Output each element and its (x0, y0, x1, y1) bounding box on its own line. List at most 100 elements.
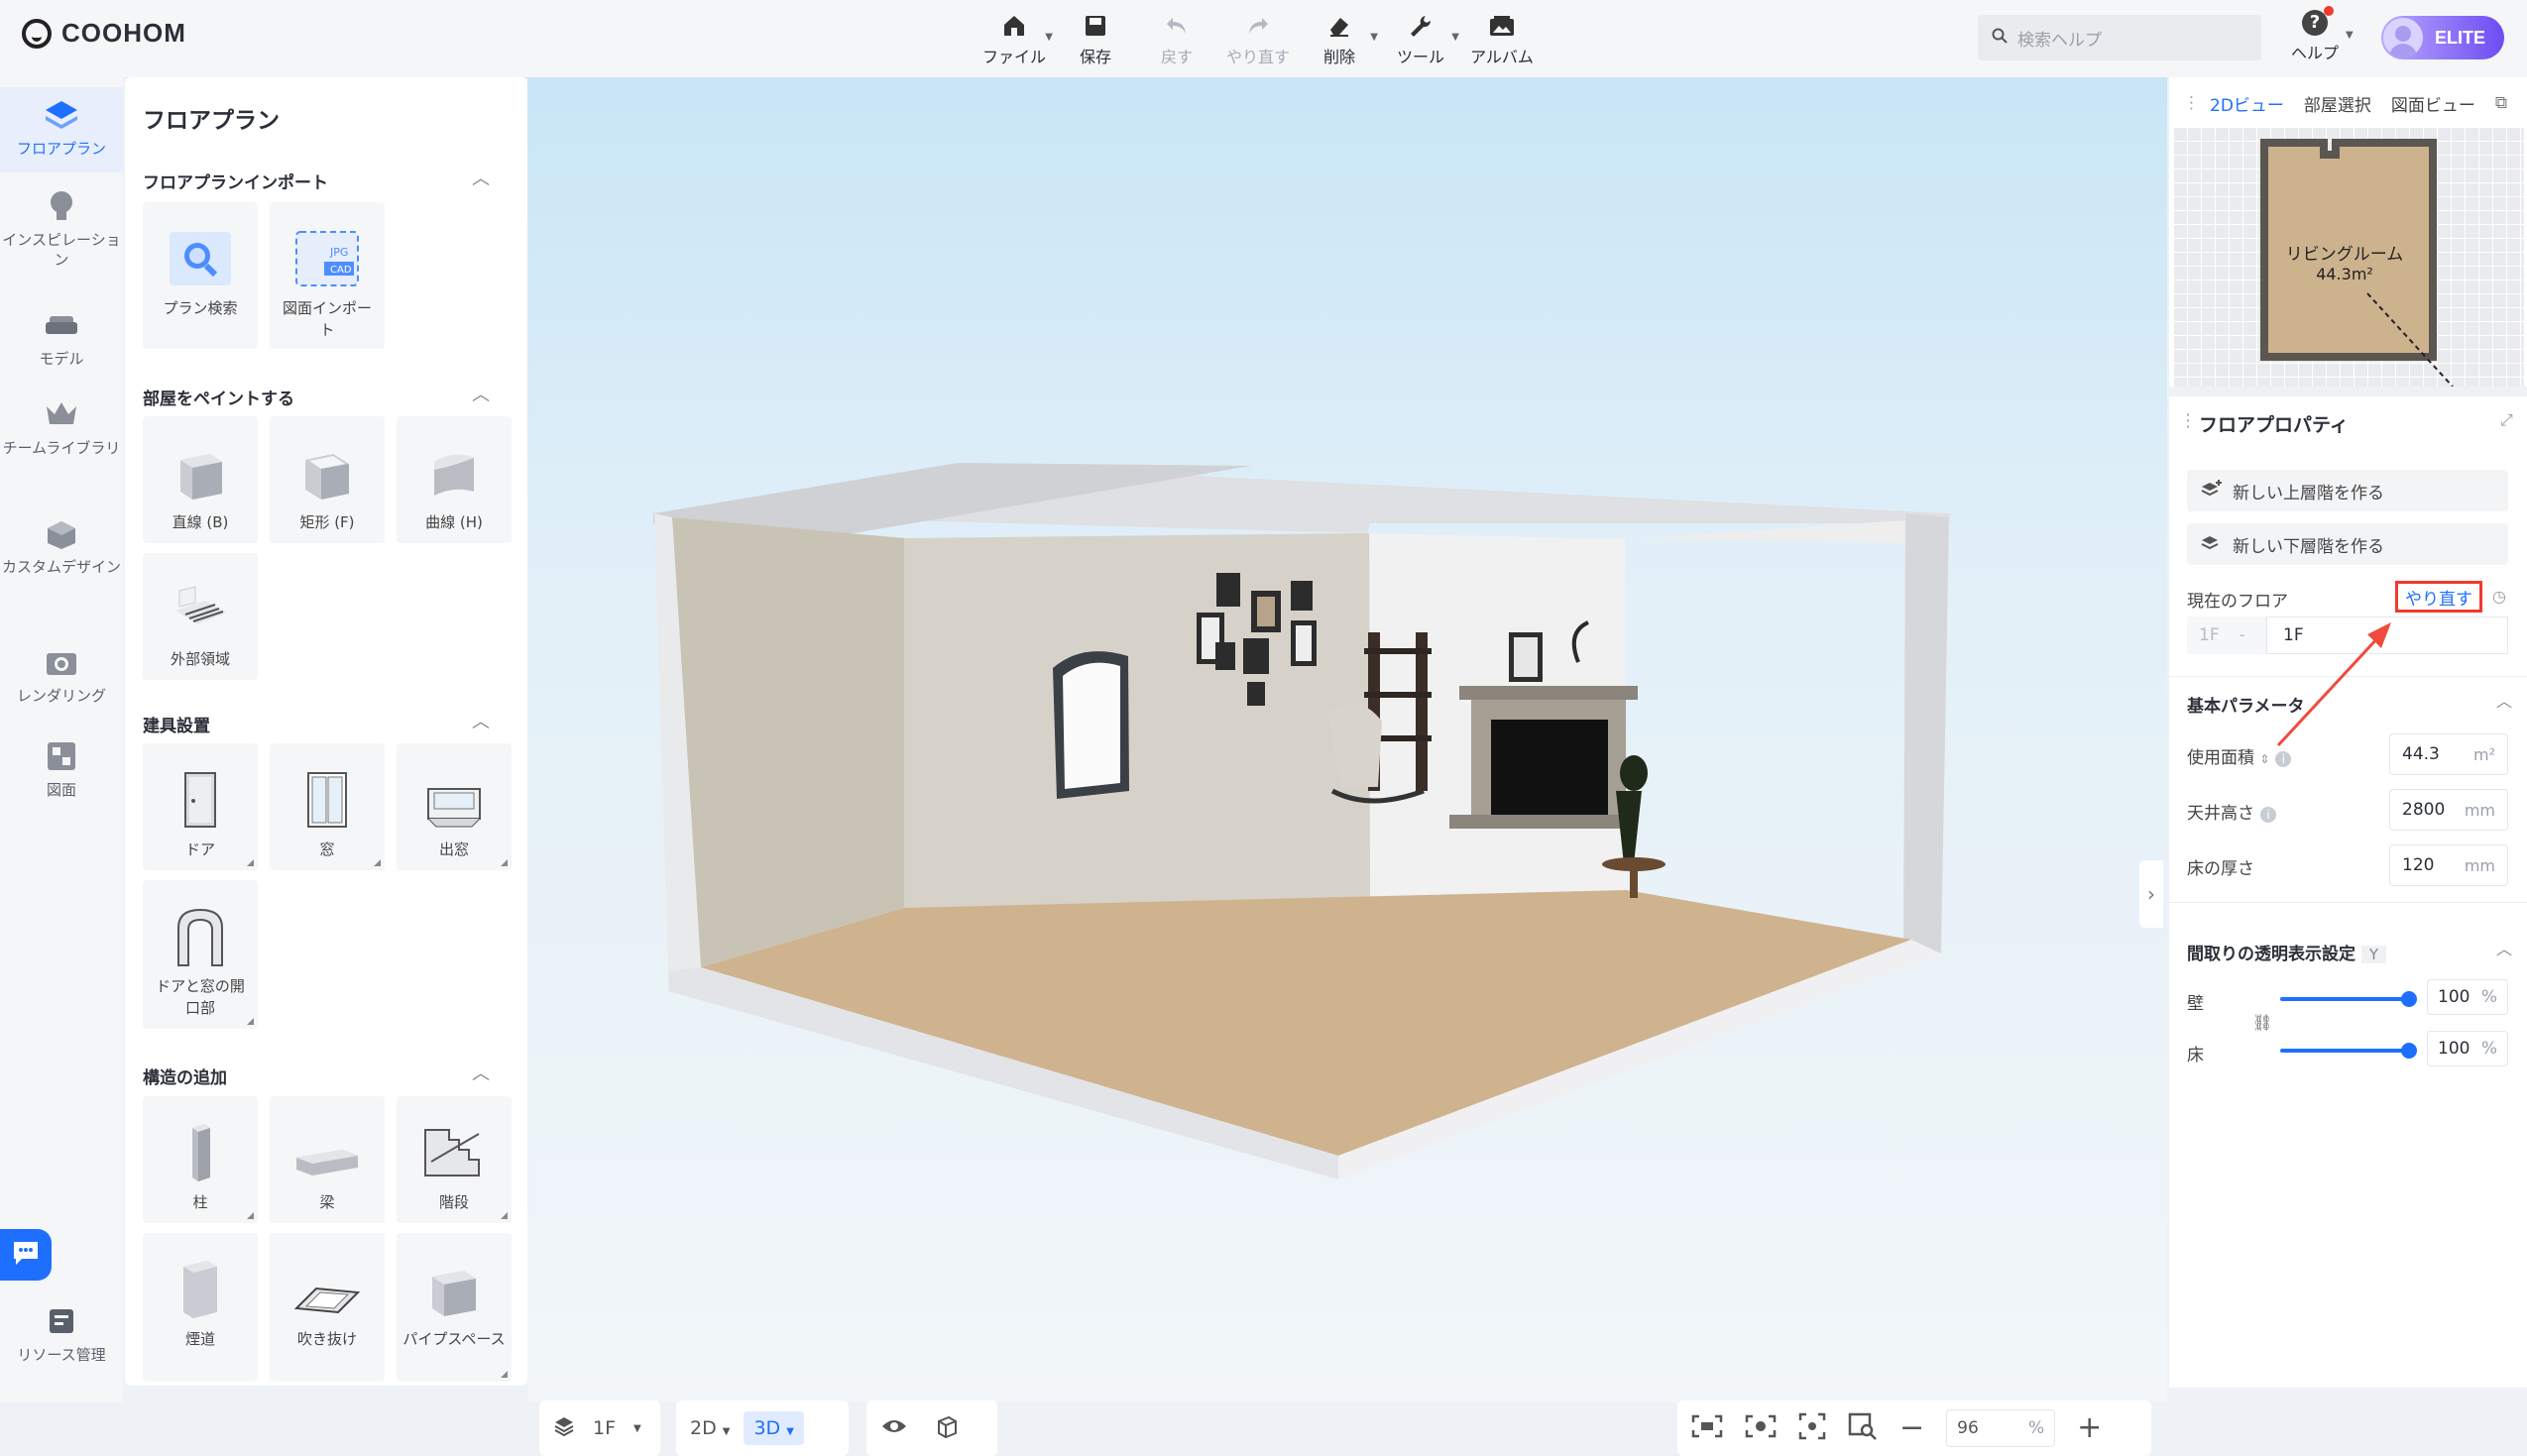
card-label: 吹き抜け (296, 1330, 357, 1348)
room-3d-render[interactable] (527, 77, 2167, 1402)
popout-icon[interactable]: ⧉ (2495, 93, 2507, 113)
history-icon[interactable]: ◷ (2492, 587, 2506, 606)
new-upper-floor-button[interactable]: 新しい上層階を作る (2187, 470, 2508, 511)
draw-curve-card[interactable]: 曲線 (H) (397, 416, 512, 543)
zoom-search-icon[interactable] (1848, 1411, 1878, 1446)
beam-card[interactable]: 梁 (270, 1096, 385, 1223)
account-button[interactable]: ELITE (2381, 16, 2504, 59)
floor-to-select[interactable]: 1F (2266, 616, 2508, 654)
floor-opacity-slider[interactable] (2280, 1043, 2417, 1059)
chevron-up-icon[interactable]: ︿ (472, 1060, 490, 1085)
tab-drawing-view[interactable]: 図面ビュー (2391, 91, 2475, 116)
flue-card[interactable]: 煙道 (143, 1233, 258, 1382)
redo-button[interactable]: やり直す (1225, 8, 1291, 67)
card-label: 図面インポート (282, 299, 372, 339)
opening-card[interactable]: ドアと窓の開口部 (143, 880, 258, 1029)
pipe-space-card[interactable]: パイプスペース (397, 1233, 512, 1382)
tab-2d-view[interactable]: 2Dビュー (2210, 91, 2284, 116)
floor-opacity-label: 床 (2187, 1046, 2204, 1065)
delete-menu-button[interactable]: 削除 ▼ (1307, 8, 1378, 67)
zoom-level-input[interactable]: 96 % (1946, 1409, 2056, 1447)
card-label: 曲線 (H) (425, 513, 483, 531)
expand-icon[interactable]: ⤢ (2500, 410, 2513, 430)
view-2d-button[interactable]: 2D ▼ (690, 1417, 730, 1439)
draw-rect-card[interactable]: 矩形 (F) (270, 416, 385, 543)
new-lower-floor-button[interactable]: 新しい下層階を作る (2187, 523, 2508, 565)
import-drawing-card[interactable]: JPG CAD 図面インポート (270, 202, 385, 349)
drag-handle-icon[interactable]: ⋮ (2179, 410, 2197, 431)
floor-to-value: 1F (2283, 625, 2304, 645)
save-button[interactable]: 保存 (1063, 8, 1128, 67)
home-file-icon (1001, 8, 1027, 44)
nav-item-team-library[interactable]: チームライブラリ (0, 394, 123, 458)
help-search-input[interactable]: 検索ヘルプ (1978, 15, 2261, 60)
info-icon[interactable]: i (2260, 807, 2276, 823)
card-label: パイプスペース (402, 1330, 506, 1348)
camera-settings-icon[interactable] (1745, 1414, 1777, 1443)
column-card[interactable]: 柱 (143, 1096, 258, 1223)
wall-opacity-slider[interactable] (2280, 991, 2417, 1007)
drag-handle-icon[interactable]: ⋮ (2183, 93, 2200, 113)
album-button[interactable]: アルバム (1469, 8, 1535, 67)
nav-item-inspiration[interactable]: インスピレーション (0, 186, 123, 270)
fit-view-icon[interactable] (1691, 1414, 1723, 1443)
draw-line-card[interactable]: 直線 (B) (143, 416, 258, 543)
jpg-text: JPG (329, 246, 348, 259)
floor-from-select[interactable]: 1F - (2187, 616, 2266, 654)
void-card[interactable]: 吹き抜け (270, 1233, 385, 1382)
chevron-up-icon[interactable]: ︿ (2496, 688, 2512, 712)
minimap[interactable]: リビングルーム 44.3m² (2173, 127, 2524, 387)
link-icon[interactable]: ⛓ (2252, 1013, 2272, 1032)
area-value: 44.3 (2402, 744, 2440, 764)
door-card[interactable]: ドア (143, 743, 258, 870)
sort-icon[interactable]: ⇕ (2259, 752, 2269, 766)
tools-menu-button[interactable]: ツール ▼ (1388, 8, 1459, 67)
nav-item-drawings[interactable]: 図面 (0, 736, 123, 800)
area-input[interactable]: 44.3 m² (2389, 733, 2508, 775)
cube-view-icon[interactable] (934, 1413, 960, 1444)
stairs-card[interactable]: 階段 (397, 1096, 512, 1223)
floor-label: 1F (593, 1417, 617, 1439)
chevron-down-icon[interactable]: ▼ (2346, 30, 2354, 41)
zoom-in-button[interactable]: + (2077, 1413, 2102, 1443)
wall-opacity-input[interactable]: 100% (2427, 979, 2508, 1015)
logo[interactable]: COOHOM (22, 18, 186, 49)
nav-item-custom-design[interactable]: カスタムデザイン (0, 513, 123, 577)
window-card[interactable]: 窓 (270, 743, 385, 870)
info-icon[interactable]: i (2275, 751, 2292, 767)
eye-icon[interactable] (880, 1416, 908, 1441)
redo-link-button[interactable]: やり直す (2395, 581, 2482, 613)
chevron-up-icon[interactable]: ︿ (472, 165, 490, 190)
zoom-out-button[interactable]: − (1899, 1413, 1924, 1443)
file-menu-button[interactable]: ファイル ▼ (981, 8, 1053, 67)
3d-viewport[interactable]: 1F ▼ 2D ▼ 3D ▼ − 96 % + (527, 77, 2167, 1456)
view-3d-button[interactable]: 3D ▼ (744, 1411, 804, 1445)
void-icon (270, 1233, 385, 1320)
nav-item-resource-management[interactable]: リソース管理 (0, 1301, 123, 1365)
outdoor-area-card[interactable]: 外部領域 (143, 553, 258, 680)
curved-wall-icon (397, 416, 512, 504)
floor-switcher[interactable]: 1F ▼ (539, 1400, 660, 1456)
floor-opacity-input[interactable]: 100% (2427, 1031, 2508, 1066)
tools-label: ツール (1396, 48, 1444, 66)
column-icon (143, 1096, 258, 1183)
nav-item-models[interactable]: モデル (0, 305, 123, 369)
ceiling-height-input[interactable]: 2800 mm (2389, 789, 2508, 831)
chevron-up-icon[interactable]: ︿ (472, 708, 490, 733)
card-label: 矩形 (F) (299, 513, 355, 531)
right-panel-toggle[interactable]: › (2139, 860, 2163, 928)
bay-window-card[interactable]: 出窓 (397, 743, 512, 870)
tab-room-select[interactable]: 部屋選択 (2304, 91, 2371, 116)
add-layer-icon (2201, 479, 2223, 504)
nav-item-rendering[interactable]: レンダリング (0, 642, 123, 706)
transparency-heading: 間取りの透明表示設定 Y (2187, 940, 2387, 964)
focus-icon[interactable] (1798, 1412, 1826, 1445)
undo-button[interactable]: 戻す (1144, 8, 1209, 67)
chat-button[interactable] (0, 1229, 52, 1281)
chevron-up-icon[interactable]: ︿ (472, 381, 490, 406)
plan-search-card[interactable]: プラン検索 (143, 202, 258, 349)
nav-item-floorplan[interactable]: フロアプラン (0, 87, 123, 172)
chevron-up-icon[interactable]: ︿ (2496, 936, 2512, 959)
help-button[interactable]: ? ヘルプ (2290, 6, 2340, 63)
floor-thickness-input[interactable]: 120 mm (2389, 844, 2508, 886)
